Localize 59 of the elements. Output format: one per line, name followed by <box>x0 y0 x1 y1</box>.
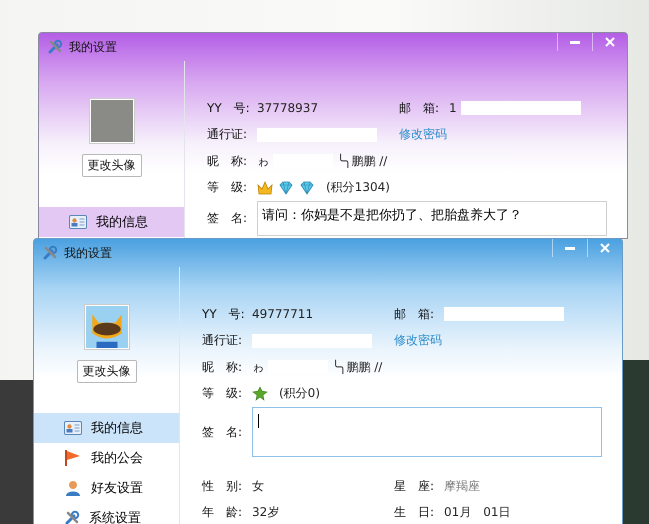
field-value: 1 <box>449 101 457 116</box>
id-card-icon <box>64 421 82 435</box>
field-label: 昵 称: <box>207 152 248 170</box>
change-avatar-button[interactable]: 更改头像 <box>76 360 136 383</box>
diamond-icon <box>299 180 315 196</box>
close-icon <box>600 243 610 253</box>
nickname-text: ╰╮鹏鹏 // <box>332 358 382 376</box>
sidebar-item[interactable]: 我的公会 <box>34 443 179 473</box>
id-card-icon <box>69 215 87 229</box>
field-label: 通行证: <box>207 126 248 144</box>
nickname-text: ╰╮鹏鹏 // <box>337 152 388 170</box>
signature-field[interactable]: 请问：你妈是不是把你扔了、把胎盘养大了？ <box>257 201 607 236</box>
sidebar-item[interactable]: 我的信息 <box>34 413 179 443</box>
field-label: 签 名: <box>207 210 248 227</box>
field-value: 32岁 <box>252 504 280 522</box>
sidebar-item-label[interactable]: 我的公会 <box>91 449 143 467</box>
field-label: 邮 箱: <box>394 306 436 323</box>
photo-placeholder <box>90 100 132 142</box>
tools-icon <box>47 39 63 55</box>
field-label: 等 级: <box>202 385 244 402</box>
signature-field[interactable] <box>252 407 602 457</box>
field-label: 等 级: <box>207 179 248 196</box>
sidebar-item-label[interactable]: 我的信息 <box>91 419 143 437</box>
field-label: 邮 箱: <box>399 100 440 117</box>
field-label: 星 座: <box>394 478 436 495</box>
sidebar-item-label[interactable]: 好友设置 <box>91 479 143 497</box>
field-value: 01月 01日 <box>444 504 511 522</box>
nickname-text: ゎ <box>257 152 269 170</box>
close-icon <box>605 37 615 47</box>
tools-icon <box>42 245 58 261</box>
field-label: 性 别: <box>202 478 244 495</box>
sidebar-item[interactable]: 我的信息 <box>39 207 184 237</box>
field-label: 通行证: <box>202 332 244 350</box>
person-icon <box>64 479 82 497</box>
nickname-text: ゎ <box>252 358 264 376</box>
field-label: 生 日: <box>394 504 436 522</box>
field-label: 签 名: <box>202 424 244 440</box>
field-value: 49777711 <box>252 307 314 322</box>
diamond-icon <box>278 180 294 196</box>
field-label: 昵 称: <box>202 358 244 376</box>
sidebar-item[interactable]: 好友设置 <box>34 473 179 503</box>
window-title: 我的设置 <box>69 38 117 56</box>
points-text: (积分0) <box>279 385 320 402</box>
tools-icon <box>64 510 80 524</box>
cartoon-avatar <box>86 306 128 348</box>
sidebar-item[interactable]: 系统设置 <box>34 503 179 524</box>
flag-icon <box>64 449 82 467</box>
field-label: YY 号: <box>202 306 246 323</box>
crown-icon <box>257 180 273 196</box>
field-value: 女 <box>252 478 264 495</box>
field-value: 37778937 <box>257 101 318 116</box>
sidebar-item-label[interactable]: 我的信息 <box>96 213 148 231</box>
change-avatar-button[interactable]: 更改头像 <box>82 154 142 177</box>
field-label: YY 号: <box>207 100 251 117</box>
sidebar-item-label[interactable]: 系统设置 <box>89 509 141 524</box>
field-value: 摩羯座 <box>444 478 480 495</box>
points-text: (积分1304) <box>326 179 390 196</box>
window-title: 我的设置 <box>64 244 112 262</box>
field-label: 年 龄: <box>202 504 244 522</box>
